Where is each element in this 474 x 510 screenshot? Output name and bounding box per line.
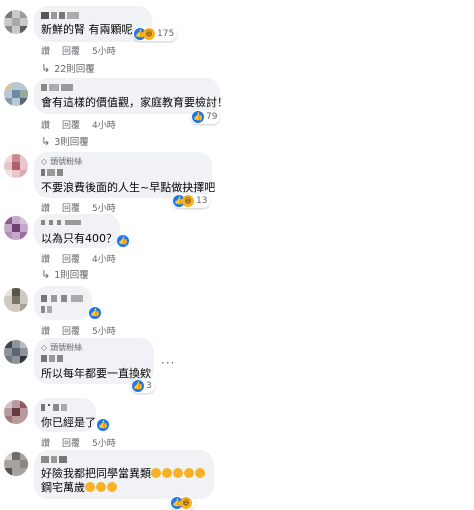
comment-actions: 讚 回覆 5小時 bbox=[41, 201, 116, 214]
like-button[interactable]: 讚 bbox=[41, 252, 50, 265]
comment-text-line: 好險我都把同學當異類 bbox=[41, 467, 206, 481]
like-button[interactable]: 讚 bbox=[41, 324, 50, 337]
timestamp[interactable]: 4小時 bbox=[92, 118, 116, 131]
avatar[interactable] bbox=[4, 340, 28, 364]
laugh-emoji-icon bbox=[85, 481, 118, 494]
like-icon: 👍 bbox=[117, 235, 129, 247]
author-name-blurred[interactable] bbox=[41, 12, 81, 19]
more-options-icon[interactable]: ··· bbox=[161, 356, 175, 370]
comment-bubble bbox=[34, 286, 92, 320]
reaction-summary[interactable]: 👍 79 bbox=[191, 110, 221, 124]
reply-arrow-icon: ↳ bbox=[41, 267, 51, 281]
avatar[interactable] bbox=[4, 288, 28, 312]
like-button[interactable]: 讚 bbox=[41, 44, 50, 57]
laugh-emoji-icon bbox=[151, 467, 206, 480]
author-name-blurred[interactable] bbox=[41, 404, 69, 411]
comment-text: 會有這樣的價值觀，家庭教育要檢討！ bbox=[41, 96, 228, 109]
haha-icon: 😆 bbox=[143, 28, 155, 40]
timestamp[interactable]: 5小時 bbox=[92, 44, 116, 57]
top-fan-badge[interactable]: ◇ 頭號粉絲 bbox=[41, 156, 82, 167]
reaction-summary[interactable]: 👍 bbox=[96, 418, 112, 432]
comment-bubble: 會有這樣的價值觀，家庭教育要檢討！ bbox=[34, 78, 228, 114]
reply-button[interactable]: 回覆 bbox=[62, 44, 80, 57]
comment-text: 新鮮的腎 有兩顆呢 bbox=[41, 23, 133, 36]
reaction-summary[interactable]: 👍 bbox=[88, 306, 104, 320]
badge-label: 頭號粉絲 bbox=[50, 343, 83, 352]
comment-text-2: 鋼宅萬歲 bbox=[41, 481, 85, 494]
timestamp[interactable]: 4小時 bbox=[92, 252, 116, 265]
reaction-count: 13 bbox=[196, 196, 208, 206]
like-icon: 👍 bbox=[97, 419, 109, 431]
like-button[interactable]: 讚 bbox=[41, 201, 50, 214]
comment-actions: 讚 回覆 4小時 bbox=[41, 118, 116, 131]
comment-bubble: 你已經是了 bbox=[34, 398, 96, 432]
reaction-count: 175 bbox=[157, 29, 175, 39]
avatar[interactable] bbox=[4, 400, 28, 424]
reaction-summary[interactable]: 👍 😆 175 bbox=[133, 27, 178, 41]
author-name-blurred[interactable] bbox=[41, 169, 63, 176]
view-replies-link[interactable]: ↳ 1則回覆 bbox=[41, 267, 89, 282]
comment-bubble: ◇ 頭號粉絲 所以每年都要一直換欸 bbox=[34, 338, 154, 384]
like-button[interactable]: 讚 bbox=[41, 118, 50, 131]
reply-button[interactable]: 回覆 bbox=[62, 201, 80, 214]
comment-actions: 讚 回覆 5小時 bbox=[41, 44, 116, 57]
replies-count: 3則回覆 bbox=[54, 137, 89, 148]
like-icon: 👍 bbox=[132, 380, 144, 392]
comment-text: 好險我都把同學當異類 bbox=[41, 467, 151, 480]
avatar[interactable] bbox=[4, 10, 28, 34]
haha-icon: 😆 bbox=[182, 195, 194, 207]
author-name-blurred[interactable] bbox=[41, 295, 85, 302]
reply-button[interactable]: 回覆 bbox=[62, 252, 80, 265]
comment-actions: 讚 回覆 5小時 bbox=[41, 436, 116, 449]
top-fan-badge[interactable]: ◇ 頭號粉絲 bbox=[41, 342, 82, 353]
reply-arrow-icon: ↳ bbox=[41, 134, 51, 148]
replies-count: 1則回覆 bbox=[54, 270, 89, 281]
author-name-blurred[interactable] bbox=[41, 456, 69, 463]
avatar[interactable] bbox=[4, 154, 28, 178]
timestamp[interactable]: 5小時 bbox=[92, 201, 116, 214]
reaction-count: 3 bbox=[146, 381, 152, 391]
comment-actions: 讚 回覆 4小時 bbox=[41, 252, 116, 265]
replies-count: 22則回覆 bbox=[54, 64, 95, 75]
reaction-summary[interactable]: 👍 😆 13 bbox=[172, 194, 211, 208]
reply-button[interactable]: 回覆 bbox=[62, 118, 80, 131]
author-name-blurred[interactable] bbox=[41, 220, 85, 227]
reaction-count: 79 bbox=[206, 112, 218, 122]
comment-bubble: 好險我都把同學當異類 鋼宅萬歲 bbox=[34, 450, 214, 499]
comment-text-blurred bbox=[41, 306, 53, 313]
view-replies-link[interactable]: ↳ 3則回覆 bbox=[41, 134, 89, 149]
comment-bubble: ◇ 頭號粉絲 不要浪費後面的人生~早點做抉擇吧 bbox=[34, 152, 216, 198]
reply-button[interactable]: 回覆 bbox=[62, 324, 80, 337]
avatar[interactable] bbox=[4, 452, 28, 476]
reply-button[interactable]: 回覆 bbox=[62, 436, 80, 449]
avatar[interactable] bbox=[4, 82, 28, 106]
author-name-blurred[interactable] bbox=[41, 355, 63, 362]
diamond-badge-icon: ◇ bbox=[41, 343, 48, 352]
timestamp[interactable]: 5小時 bbox=[92, 436, 116, 449]
avatar[interactable] bbox=[4, 216, 28, 240]
author-name-blurred[interactable] bbox=[41, 84, 75, 91]
comment-actions: 讚 回覆 5小時 bbox=[41, 324, 116, 337]
reaction-summary[interactable]: 👍 😆 bbox=[170, 496, 195, 510]
view-replies-link[interactable]: ↳ 22則回覆 bbox=[41, 61, 95, 76]
comment-text-line-2: 鋼宅萬歲 bbox=[41, 481, 118, 495]
reaction-summary[interactable]: 👍 bbox=[116, 234, 132, 248]
timestamp[interactable]: 5小時 bbox=[92, 324, 116, 337]
reaction-summary[interactable]: 👍 3 bbox=[131, 379, 155, 393]
like-button[interactable]: 讚 bbox=[41, 436, 50, 449]
comment-text: 你已經是了 bbox=[41, 416, 96, 429]
like-icon: 👍 bbox=[192, 111, 204, 123]
badge-label: 頭號粉絲 bbox=[50, 157, 83, 166]
reply-arrow-icon: ↳ bbox=[41, 61, 51, 75]
comment-bubble: 以為只有400？ bbox=[34, 214, 120, 248]
like-icon: 👍 bbox=[89, 307, 101, 319]
comment-text: 不要浪費後面的人生~早點做抉擇吧 bbox=[41, 181, 216, 194]
comment-text: 以為只有400？ bbox=[41, 232, 117, 245]
diamond-badge-icon: ◇ bbox=[41, 157, 48, 166]
